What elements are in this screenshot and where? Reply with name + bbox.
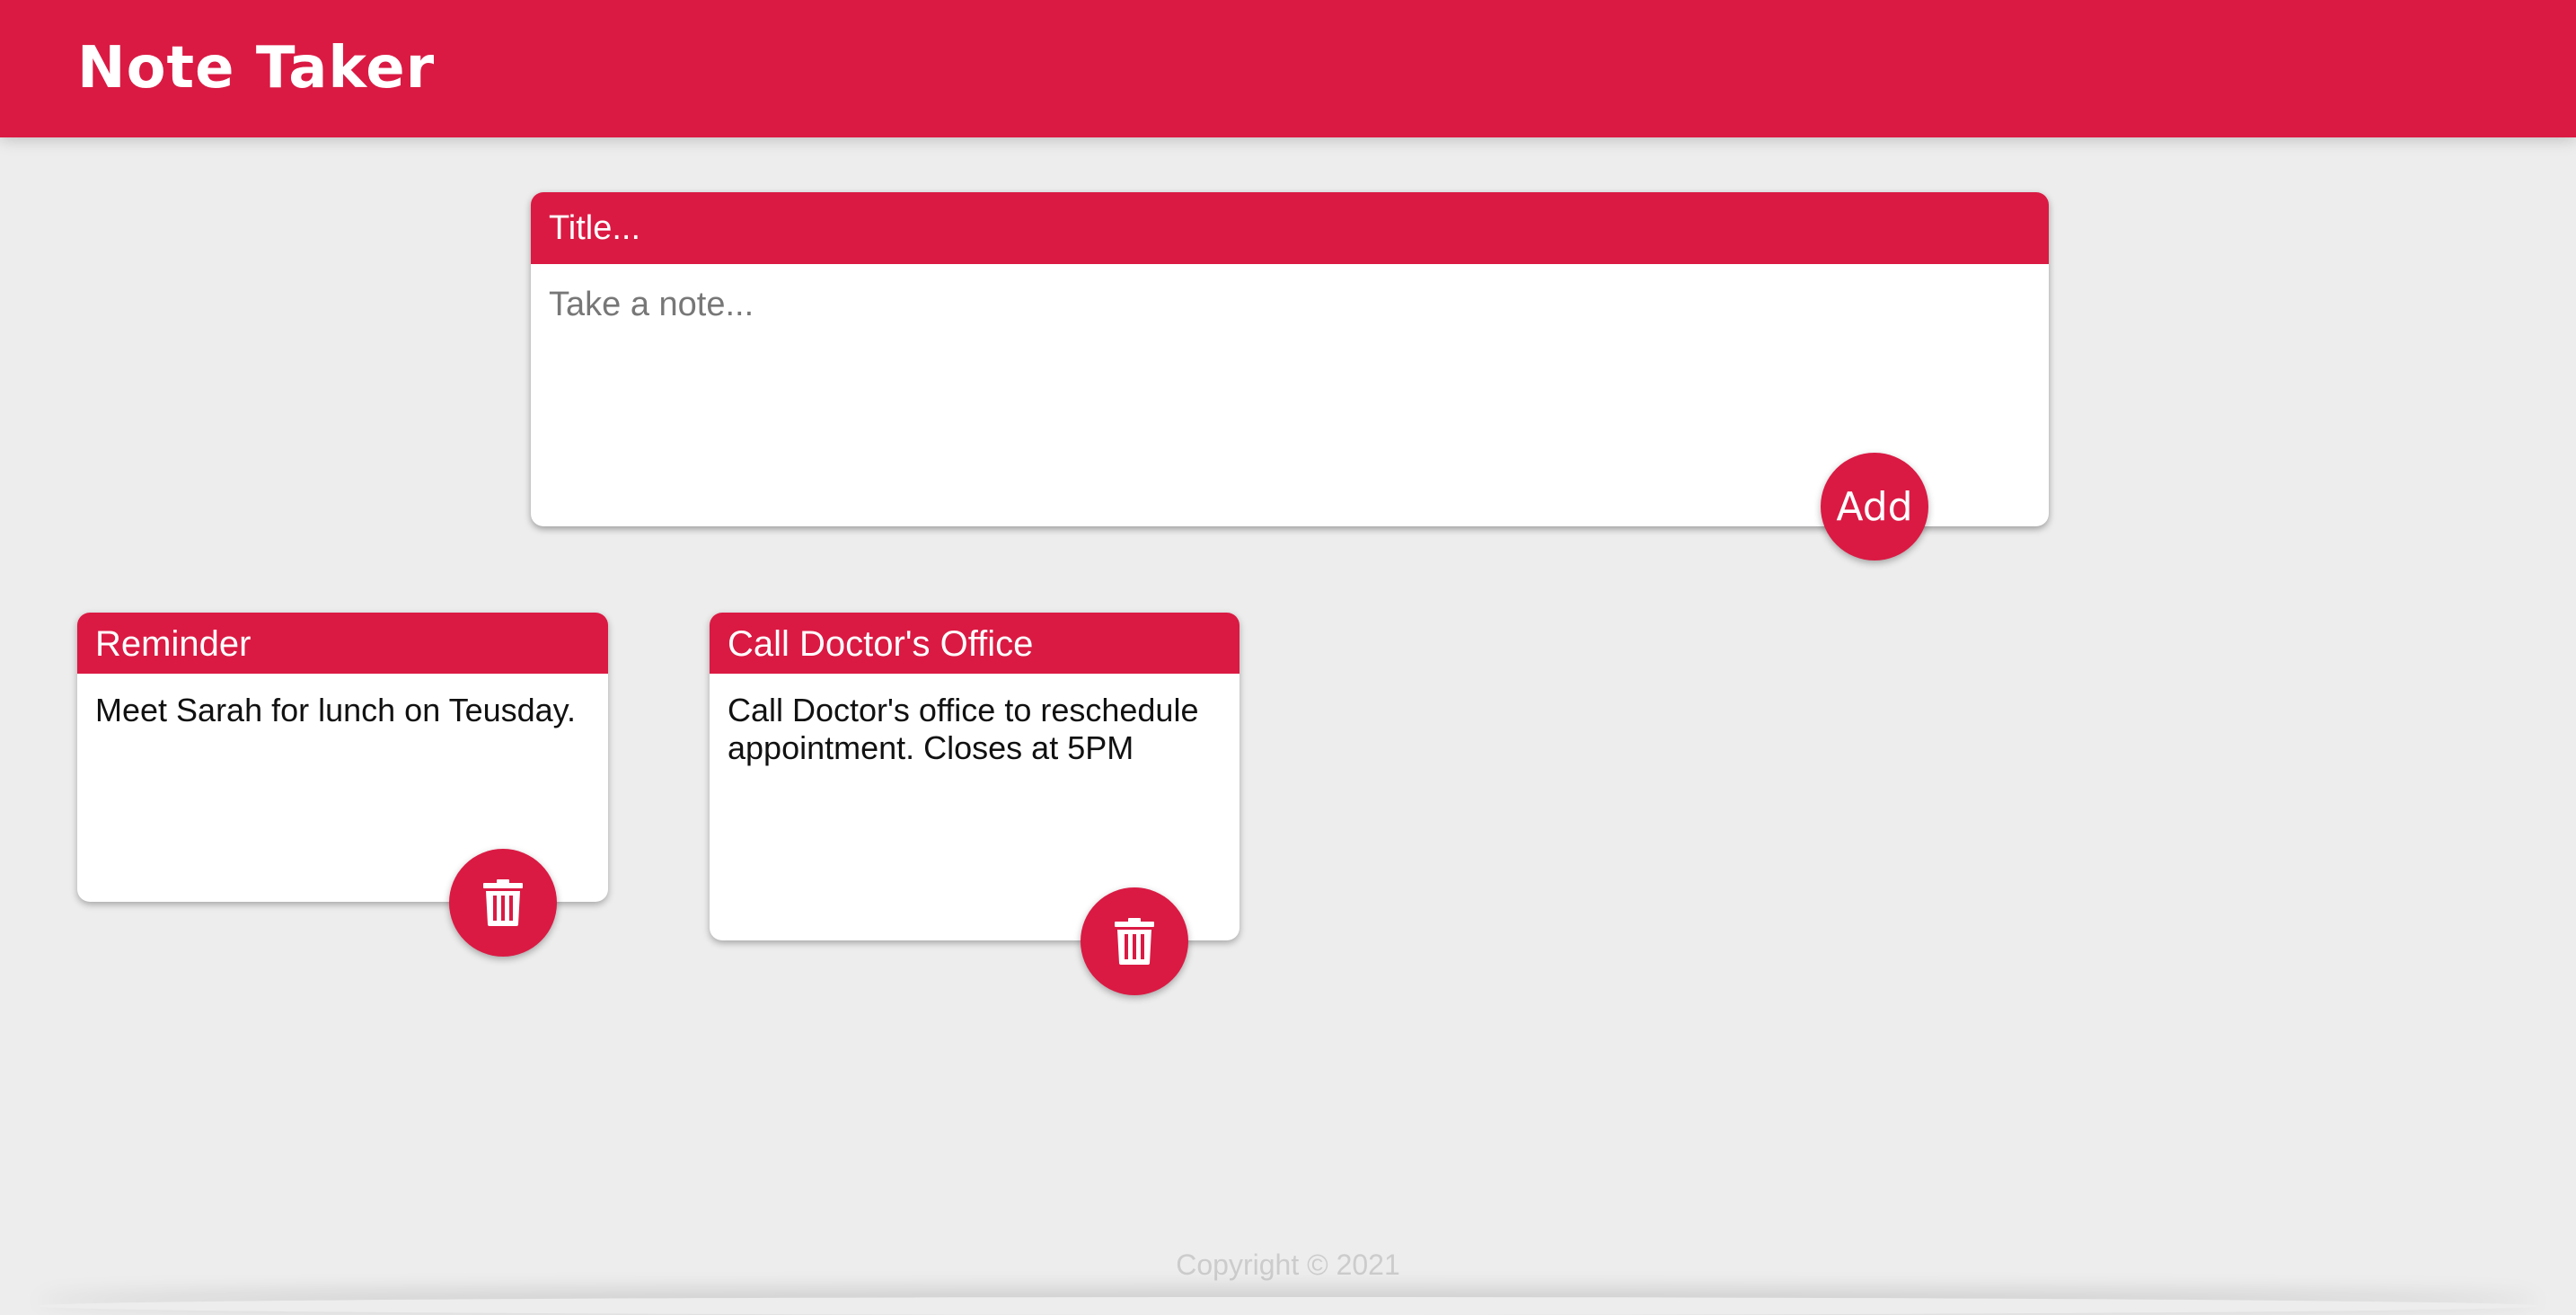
trash-icon [483,879,523,926]
delete-note-button[interactable] [449,849,557,957]
note-title-input[interactable] [531,192,2049,264]
note-content: Call Doctor's office to reschedule appoi… [728,692,1199,766]
add-note-button[interactable]: Add [1821,453,1928,560]
note-card: Call Doctor's Office Call Doctor's offic… [710,613,1239,940]
note-title: Reminder [77,613,608,674]
note-title: Call Doctor's Office [710,613,1239,674]
note-content-input[interactable] [531,264,2049,507]
create-note-form [531,192,2049,526]
app-header: Note Taker [0,0,2576,137]
footer: Copyright © 2021 [0,1231,2576,1297]
delete-note-button[interactable] [1081,887,1188,995]
app-title: Note Taker [77,35,436,101]
note-content: Meet Sarah for lunch on Teusday. [95,692,576,728]
copyright-text: Copyright © 2021 [1176,1249,1400,1281]
footer-shadow [36,1297,2540,1315]
trash-icon [1115,918,1154,965]
